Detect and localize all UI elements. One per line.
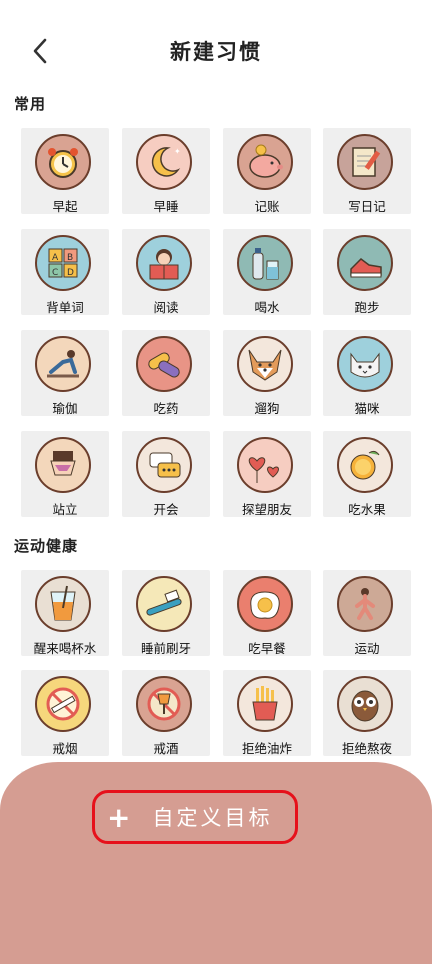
habit-tile[interactable]: 戒酒 xyxy=(122,670,210,756)
habit-tile[interactable]: 阅读 xyxy=(122,229,210,315)
habit-tile[interactable]: 喝水 xyxy=(223,229,311,315)
habit-tile[interactable]: ✦ 早睡 xyxy=(122,128,210,214)
habit-label: 吃早餐 xyxy=(248,641,286,656)
habit-label: 早睡 xyxy=(153,199,179,214)
no-smoking-icon xyxy=(35,676,91,732)
habit-label: 探望朋友 xyxy=(241,502,292,517)
habit-label: 开会 xyxy=(153,502,179,517)
fried-egg-icon xyxy=(237,576,293,632)
habit-label: 喝水 xyxy=(254,300,280,315)
exercise-icon xyxy=(337,576,393,632)
dog-icon xyxy=(237,336,293,392)
habit-label: 醒来喝杯水 xyxy=(33,641,97,656)
habit-tile[interactable]: 吃早餐 xyxy=(223,570,311,656)
abc-blocks-icon: ABCD xyxy=(35,235,91,291)
habit-tile[interactable]: 站立 xyxy=(21,431,109,517)
no-alcohol-icon xyxy=(136,676,192,732)
habit-label: 吃水果 xyxy=(348,502,386,517)
habit-tile[interactable]: 拒绝油炸 xyxy=(223,670,311,756)
water-bottle-icon xyxy=(237,235,293,291)
habit-label: 拒绝油炸 xyxy=(241,741,292,756)
habit-label: 记账 xyxy=(254,199,280,214)
french-fries-icon xyxy=(237,676,293,732)
owl-icon xyxy=(337,676,393,732)
habit-tile[interactable]: 探望朋友 xyxy=(223,431,311,517)
plus-icon: + xyxy=(107,800,131,834)
habit-label: 背单词 xyxy=(46,300,84,315)
svg-text:B: B xyxy=(67,253,73,263)
pills-icon xyxy=(136,336,192,392)
cat-icon xyxy=(337,336,393,392)
habit-tile[interactable]: 戒烟 xyxy=(21,670,109,756)
toothbrush-icon xyxy=(136,576,192,632)
habit-label: 拒绝熬夜 xyxy=(341,741,392,756)
habit-label: 猫咪 xyxy=(354,401,380,416)
habit-tile[interactable]: 睡前刷牙 xyxy=(122,570,210,656)
custom-goal-label: 自定义目标 xyxy=(152,806,273,830)
piggy-bank-icon xyxy=(237,134,293,190)
custom-goal-button[interactable]: + 自定义目标 xyxy=(92,790,298,844)
habit-tile[interactable]: 醒来喝杯水 xyxy=(21,570,109,656)
standing-icon xyxy=(35,437,91,493)
habit-tile[interactable]: 吃水果 xyxy=(323,431,411,517)
reading-icon xyxy=(136,235,192,291)
diary-icon xyxy=(337,134,393,190)
habit-tile[interactable]: 遛狗 xyxy=(223,330,311,416)
orange-icon xyxy=(337,437,393,493)
svg-text:A: A xyxy=(52,253,59,263)
hearts-icon xyxy=(237,437,293,493)
habit-label: 阅读 xyxy=(153,300,179,315)
habit-tile[interactable]: 跑步 xyxy=(323,229,411,315)
svg-text:✦: ✦ xyxy=(174,147,181,156)
habit-label: 运动 xyxy=(354,641,380,656)
habit-label: 写日记 xyxy=(348,199,386,214)
svg-text:D: D xyxy=(67,268,74,278)
habit-label: 戒酒 xyxy=(153,741,179,756)
top-bar: 新建习惯 xyxy=(0,0,432,100)
habit-tile[interactable]: 瑜伽 xyxy=(21,330,109,416)
section-title-common: 常用 xyxy=(14,95,47,113)
habit-tile[interactable]: A B C D 背单词 xyxy=(21,229,109,315)
habit-tile[interactable]: 开会 xyxy=(122,431,210,517)
yoga-icon xyxy=(35,336,91,392)
habit-label: 戒烟 xyxy=(52,741,78,756)
habit-label: 站立 xyxy=(52,502,78,517)
running-shoe-icon xyxy=(337,235,393,291)
habit-tile[interactable]: 写日记 xyxy=(323,128,411,214)
habit-tile[interactable]: 记账 xyxy=(223,128,311,214)
glass-of-water-icon xyxy=(35,576,91,632)
habit-label: 跑步 xyxy=(354,300,380,315)
chat-bubbles-icon xyxy=(136,437,192,493)
habit-tile[interactable]: 吃药 xyxy=(122,330,210,416)
habit-label: 早起 xyxy=(52,199,78,214)
habit-tile[interactable]: 运动 xyxy=(323,570,411,656)
habit-tile[interactable]: 猫咪 xyxy=(323,330,411,416)
moon-icon: ✦ xyxy=(136,134,192,190)
svg-text:C: C xyxy=(52,268,58,278)
section-title-sports-health: 运动健康 xyxy=(14,537,79,555)
alarm-clock-icon xyxy=(35,134,91,190)
habit-tile[interactable]: 拒绝熬夜 xyxy=(323,670,411,756)
habit-tile[interactable]: 早起 xyxy=(21,128,109,214)
habit-label: 遛狗 xyxy=(254,401,280,416)
habit-label: 瑜伽 xyxy=(52,401,78,416)
page-title: 新建习惯 xyxy=(170,40,262,64)
habit-label: 睡前刷牙 xyxy=(140,641,191,656)
habit-label: 吃药 xyxy=(153,401,179,416)
